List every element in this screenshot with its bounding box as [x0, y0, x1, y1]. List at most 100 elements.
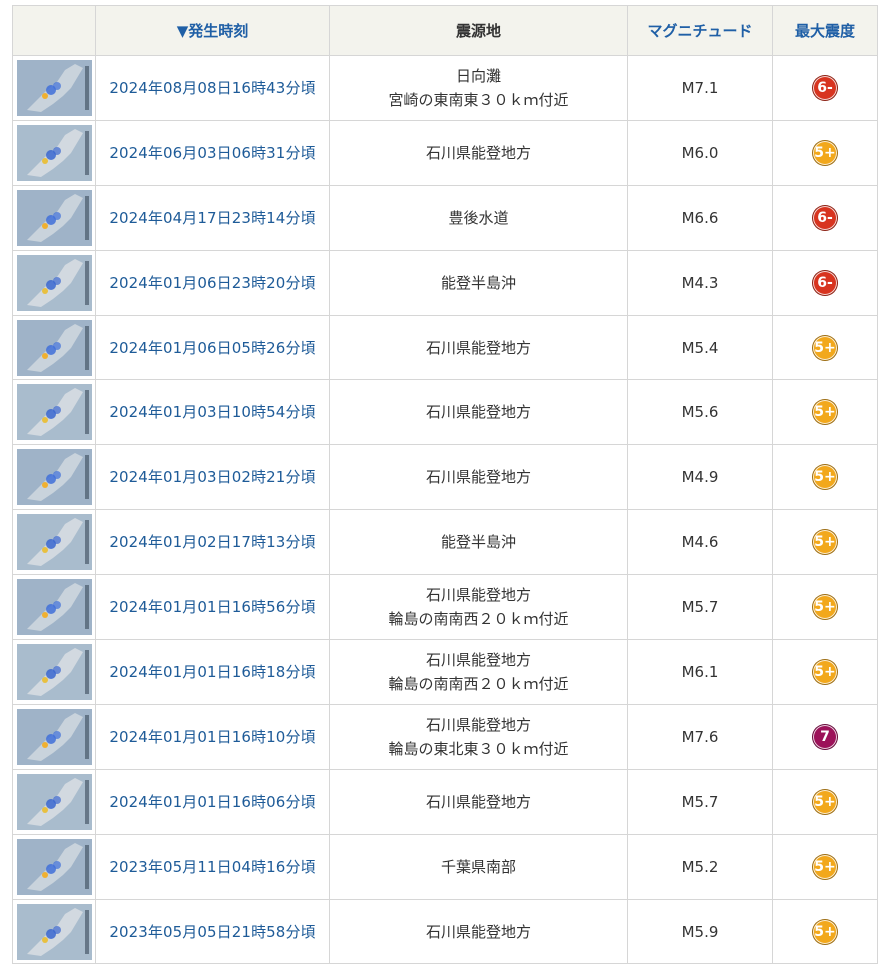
header-thumbnail [12, 5, 96, 56]
magnitude-cell: M6.0 [627, 119, 773, 186]
header-magnitude-sort[interactable]: マグニチュード [627, 5, 773, 56]
occurrence-time-link[interactable]: 2024年08月08日16時43分頃 [109, 79, 315, 97]
header-epicenter: 震源地 [329, 5, 628, 56]
table-row: 2024年08月08日16時43分頃 日向灘 宮崎の東南東３０ｋｍ付近 M7.1 6- [12, 55, 878, 121]
epicenter-cell: 石川県能登地方 [329, 444, 628, 511]
occurrence-time-link[interactable]: 2023年05月11日04時16分頃 [109, 858, 315, 876]
occurrence-time-cell: 2024年01月02日17時13分頃 [95, 509, 330, 576]
intensity-map-thumbnail[interactable] [16, 384, 92, 441]
table-row: 2024年01月06日23時20分頃 能登半島沖 M4.3 6- [12, 249, 878, 316]
occurrence-time-link[interactable]: 2024年01月03日10時54分頃 [109, 403, 315, 421]
max-intensity-cell: 7 [772, 703, 878, 770]
max-intensity-cell: 5+ [772, 314, 878, 381]
thumbnail-cell [12, 249, 96, 316]
thumbnail-cell [12, 509, 96, 576]
epicenter-region: 石川県能登地方 [425, 338, 531, 357]
epicenter-region: 豊後水道 [448, 208, 509, 227]
table-row: 2023年05月11日04時16分頃 千葉県南部 M5.2 5+ [12, 833, 878, 900]
epicenter-region: 石川県能登地方 [425, 468, 531, 487]
epicenter-cell: 千葉県南部 [329, 833, 628, 900]
epicenter-cell: 石川県能登地方 [329, 314, 628, 381]
max-intensity-cell: 5+ [772, 768, 878, 835]
epicenter-detail: 輪島の南南西２０ｋｍ付近 [388, 610, 569, 629]
intensity-map-thumbnail[interactable] [16, 189, 92, 246]
occurrence-time-link[interactable]: 2024年01月06日05時26分頃 [109, 339, 315, 357]
occurrence-time-link[interactable]: 2023年05月05日21時58分頃 [109, 923, 315, 941]
intensity-badge: 5+ [812, 464, 838, 491]
thumbnail-cell [12, 703, 96, 770]
intensity-map-thumbnail[interactable] [16, 838, 92, 895]
occurrence-time-link[interactable]: 2024年01月01日16時18分頃 [109, 663, 315, 681]
epicenter-cell: 石川県能登地方 [329, 898, 628, 964]
intensity-badge: 5+ [812, 529, 838, 556]
table-header: ▼発生時刻 震源地 マグニチュード 最大震度 [12, 5, 878, 56]
table-row: 2023年05月05日21時58分頃 石川県能登地方 M5.9 5+ [12, 898, 878, 964]
intensity-badge: 5+ [812, 334, 838, 361]
epicenter-cell: 豊後水道 [329, 184, 628, 251]
max-intensity-cell: 5+ [772, 444, 878, 511]
thumbnail-cell [12, 898, 96, 964]
intensity-badge: 5+ [812, 139, 838, 166]
occurrence-time-link[interactable]: 2024年04月17日23時14分頃 [109, 209, 315, 227]
epicenter-region: 日向灘 [455, 66, 501, 85]
magnitude-cell: M7.1 [627, 55, 773, 121]
max-intensity-cell: 6- [772, 55, 878, 121]
magnitude-cell: M7.6 [627, 703, 773, 770]
intensity-map-thumbnail[interactable] [16, 579, 92, 636]
intensity-badge: 6- [812, 204, 838, 231]
max-intensity-cell: 5+ [772, 379, 878, 446]
intensity-map-thumbnail[interactable] [16, 319, 92, 376]
intensity-map-thumbnail[interactable] [16, 514, 92, 571]
magnitude-cell: M5.9 [627, 898, 773, 964]
intensity-map-thumbnail[interactable] [16, 773, 92, 830]
epicenter-cell: 日向灘宮崎の東南東３０ｋｍ付近 [329, 55, 628, 121]
occurrence-time-link[interactable]: 2024年01月01日16時10分頃 [109, 728, 315, 746]
epicenter-region: 能登半島沖 [440, 533, 516, 552]
occurrence-time-link[interactable]: 2024年06月03日06時31分頃 [109, 144, 315, 162]
magnitude-cell: M5.7 [627, 574, 773, 641]
table-row: 2024年04月17日23時14分頃 豊後水道 M6.6 6- [12, 184, 878, 251]
intensity-map-thumbnail[interactable] [16, 903, 92, 960]
intensity-map-thumbnail[interactable] [16, 124, 92, 181]
max-intensity-cell: 5+ [772, 574, 878, 641]
table-row: 2024年01月01日16時56分頃 石川県能登地方 輪島の南南西２０ｋｍ付近 M5.… [12, 574, 878, 641]
intensity-map-thumbnail[interactable] [16, 708, 92, 765]
magnitude-cell: M6.1 [627, 639, 773, 705]
occurrence-time-cell: 2024年01月03日10時54分頃 [95, 379, 330, 446]
intensity-badge: 5+ [812, 853, 838, 880]
occurrence-time-link[interactable]: 2024年01月02日17時13分頃 [109, 533, 315, 551]
magnitude-cell: M4.6 [627, 509, 773, 576]
thumbnail-cell [12, 639, 96, 705]
thumbnail-cell [12, 55, 96, 121]
intensity-badge: 5+ [812, 788, 838, 815]
epicenter-detail: 宮崎の東南東３０ｋｍ付近 [388, 90, 569, 109]
occurrence-time-cell: 2024年01月01日16時18分頃 [95, 639, 330, 705]
intensity-map-thumbnail[interactable] [16, 449, 92, 506]
header-occurrence-time-sort[interactable]: ▼発生時刻 [95, 5, 330, 56]
table-row: 2024年01月01日16時10分頃 石川県能登地方 輪島の東北東３０ｋｍ付近 M7.… [12, 703, 878, 770]
occurrence-time-cell: 2023年05月05日21時58分頃 [95, 898, 330, 964]
epicenter-region: 石川県能登地方 [425, 715, 531, 734]
max-intensity-cell: 5+ [772, 119, 878, 186]
occurrence-time-link[interactable]: 2024年01月06日23時20分頃 [109, 274, 315, 292]
header-max-intensity-sort[interactable]: 最大震度 [772, 5, 878, 56]
occurrence-time-link[interactable]: 2024年01月01日16時56分頃 [109, 598, 315, 616]
epicenter-cell: 石川県能登地方 [329, 379, 628, 446]
thumbnail-cell [12, 574, 96, 641]
magnitude-cell: M5.6 [627, 379, 773, 446]
epicenter-region: 石川県能登地方 [425, 143, 531, 162]
thumbnail-cell [12, 314, 96, 381]
intensity-map-thumbnail[interactable] [16, 59, 92, 116]
epicenter-cell: 石川県能登地方 輪島の南南西２０ｋｍ付近 [329, 574, 628, 641]
thumbnail-cell [12, 833, 96, 900]
max-intensity-cell: 5+ [772, 898, 878, 964]
earthquake-table: ▼発生時刻 震源地 マグニチュード 最大震度 2024年08月08日16時43分… [12, 5, 878, 964]
intensity-map-thumbnail[interactable] [16, 254, 92, 311]
intensity-map-thumbnail[interactable] [16, 643, 92, 700]
occurrence-time-link[interactable]: 2024年01月03日02時21分頃 [109, 468, 315, 486]
occurrence-time-link[interactable]: 2024年01月01日16時06分頃 [109, 793, 315, 811]
intensity-badge: 6- [812, 74, 838, 101]
max-intensity-cell: 5+ [772, 639, 878, 705]
epicenter-cell: 石川県能登地方 [329, 768, 628, 835]
table-row: 2024年01月01日16時06分頃 石川県能登地方 M5.7 5+ [12, 768, 878, 835]
